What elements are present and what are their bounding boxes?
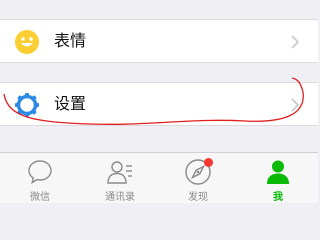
menu-item-emoji[interactable]: 表情 (0, 19, 318, 63)
tab-contacts[interactable]: 通讯录 (80, 153, 160, 203)
person-icon (267, 160, 289, 184)
tab-me-label: 我 (273, 192, 283, 203)
tab-contacts-label: 通讯录 (105, 192, 135, 203)
tab-me[interactable]: 我 (238, 153, 318, 203)
badge-dot (204, 158, 213, 167)
tab-discover-label: 发现 (188, 192, 208, 203)
smiley-icon (15, 30, 39, 54)
contacts-icon (107, 161, 132, 184)
menu-item-settings-label: 设置 (54, 94, 87, 113)
gear-icon (15, 93, 39, 117)
tab-discover[interactable]: 发现 (158, 153, 238, 203)
tab-wechat-label: 微信 (30, 192, 50, 203)
menu-item-settings[interactable]: 设置 (0, 82, 318, 126)
chevron-right-icon (291, 98, 300, 112)
tab-bar: 微信 通讯录 发现 我 (0, 152, 318, 203)
tab-wechat[interactable]: 微信 (0, 153, 80, 203)
chevron-right-icon (291, 35, 300, 49)
chat-bubble-icon (28, 160, 52, 184)
menu-item-emoji-label: 表情 (54, 31, 87, 50)
